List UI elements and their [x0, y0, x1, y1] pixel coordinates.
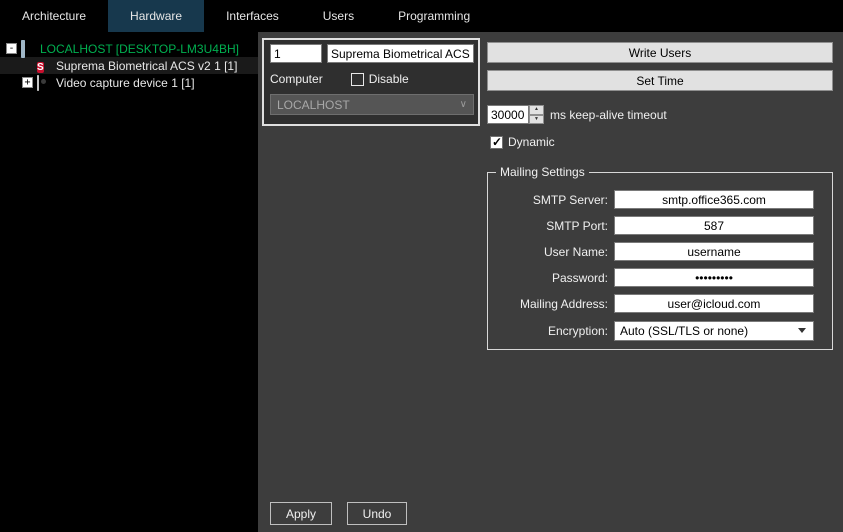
computer-label: Computer — [270, 72, 323, 86]
device-address-input[interactable] — [270, 44, 322, 63]
keep-alive-label: ms keep-alive timeout — [550, 108, 667, 122]
tab-architecture[interactable]: Architecture — [0, 0, 108, 32]
tab-interfaces[interactable]: Interfaces — [204, 0, 301, 32]
undo-button[interactable]: Undo — [347, 502, 407, 525]
write-users-button[interactable]: Write Users — [487, 42, 833, 63]
disable-label: Disable — [369, 72, 409, 86]
tab-users[interactable]: Users — [301, 0, 376, 32]
user-name-row: User Name: — [488, 241, 832, 262]
computer-disable-row: Computer Disable — [270, 72, 472, 86]
mailing-settings-title: Mailing Settings — [496, 165, 589, 179]
stepper-up-icon[interactable]: ▲ — [529, 105, 544, 115]
encryption-select-value: Auto (SSL/TLS or none) — [620, 324, 748, 338]
device-name-input[interactable] — [327, 44, 474, 63]
tree-node-label: Video capture device 1 [1] — [56, 76, 195, 90]
tree-node-label: Suprema Biometrical ACS v2 1 [1] — [56, 59, 237, 73]
keep-alive-stepper: ▲ ▼ — [529, 105, 544, 124]
mailing-settings-group: Mailing Settings SMTP Server: SMTP Port:… — [487, 172, 833, 350]
dynamic-checkbox[interactable] — [490, 136, 503, 149]
expand-icon[interactable]: + — [22, 77, 33, 88]
smtp-server-input[interactable] — [614, 190, 814, 209]
application-window: Architecture Hardware Interfaces Users P… — [0, 0, 843, 532]
smtp-port-input[interactable] — [614, 216, 814, 235]
collapse-icon[interactable]: - — [6, 43, 17, 54]
tab-bar: Architecture Hardware Interfaces Users P… — [0, 0, 843, 32]
hardware-tree: - LOCALHOST [DESKTOP-LM3U4BH] S Suprema … — [0, 32, 258, 532]
keep-alive-row: ▲ ▼ ms keep-alive timeout — [487, 105, 667, 124]
disable-checkbox[interactable] — [351, 73, 364, 86]
mailing-address-input[interactable] — [614, 294, 814, 313]
encryption-select[interactable]: Auto (SSL/TLS or none) — [614, 321, 814, 341]
password-input[interactable] — [614, 268, 814, 287]
dynamic-row: Dynamic — [490, 135, 555, 149]
apply-button[interactable]: Apply — [270, 502, 332, 525]
chevron-down-icon — [798, 328, 806, 333]
keep-alive-input[interactable] — [487, 105, 529, 124]
smtp-server-row: SMTP Server: — [488, 189, 832, 210]
suprema-device-icon: S — [37, 59, 52, 72]
tree-node-label: LOCALHOST [DESKTOP-LM3U4BH] — [40, 42, 239, 56]
computer-select[interactable]: LOCALHOST ∨ — [270, 94, 474, 115]
password-row: Password: — [488, 267, 832, 288]
tab-programming[interactable]: Programming — [376, 0, 492, 32]
tree-node-suprema-device[interactable]: S Suprema Biometrical ACS v2 1 [1] — [0, 57, 258, 74]
computer-icon — [21, 42, 36, 55]
dynamic-label: Dynamic — [508, 135, 555, 149]
set-time-button[interactable]: Set Time — [487, 70, 833, 91]
tree-node-localhost[interactable]: - LOCALHOST [DESKTOP-LM3U4BH] — [0, 40, 258, 57]
chevron-down-icon: ∨ — [460, 99, 467, 110]
computer-select-value: LOCALHOST — [277, 98, 350, 112]
user-name-input[interactable] — [614, 242, 814, 261]
smtp-port-row: SMTP Port: — [488, 215, 832, 236]
device-identity-row — [270, 44, 472, 63]
video-capture-icon — [37, 76, 52, 89]
smtp-server-label: SMTP Server: — [488, 193, 614, 207]
mailing-address-row: Mailing Address: — [488, 293, 832, 314]
device-settings-panel: Computer Disable LOCALHOST ∨ Write Users… — [258, 32, 843, 532]
device-identity-box: Computer Disable LOCALHOST ∨ — [262, 38, 480, 126]
encryption-row: Encryption: Auto (SSL/TLS or none) — [488, 320, 832, 341]
tab-hardware[interactable]: Hardware — [108, 0, 204, 32]
mailing-address-label: Mailing Address: — [488, 297, 614, 311]
smtp-port-label: SMTP Port: — [488, 219, 614, 233]
user-name-label: User Name: — [488, 245, 614, 259]
encryption-label: Encryption: — [488, 324, 614, 338]
password-label: Password: — [488, 271, 614, 285]
stepper-down-icon[interactable]: ▼ — [529, 115, 544, 125]
tree-node-video-capture[interactable]: + Video capture device 1 [1] — [0, 74, 258, 91]
